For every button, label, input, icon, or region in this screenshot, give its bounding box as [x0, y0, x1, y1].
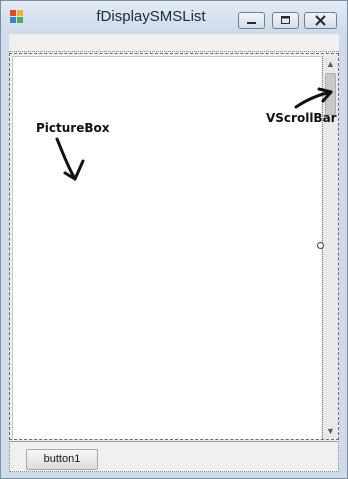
close-button[interactable] — [304, 12, 337, 29]
vscrollbar-arrow-icon — [294, 87, 333, 109]
minimize-icon — [247, 22, 256, 24]
bottom-panel: button1 — [9, 441, 339, 472]
title-bar[interactable]: fDisplaySMSList — [1, 1, 347, 31]
top-strip — [9, 34, 339, 52]
scroll-up-icon[interactable]: ▲ — [323, 56, 338, 72]
vscrollbar-annotation: VScrollBar — [266, 111, 337, 125]
minimize-button[interactable] — [238, 12, 265, 29]
resize-handle[interactable] — [317, 242, 324, 249]
close-icon — [315, 15, 326, 26]
client-area: ▲ ▼ button1 — [9, 34, 339, 472]
picturebox-annotation: PictureBox — [36, 121, 110, 135]
scroll-down-icon[interactable]: ▼ — [323, 423, 338, 439]
maximize-button[interactable] — [272, 12, 299, 29]
maximize-icon — [281, 16, 290, 24]
form-window: fDisplaySMSList ▲ ▼ button1 PictureBox V… — [0, 0, 348, 479]
picturebox-arrow-icon — [55, 137, 85, 181]
button1[interactable]: button1 — [26, 449, 98, 470]
